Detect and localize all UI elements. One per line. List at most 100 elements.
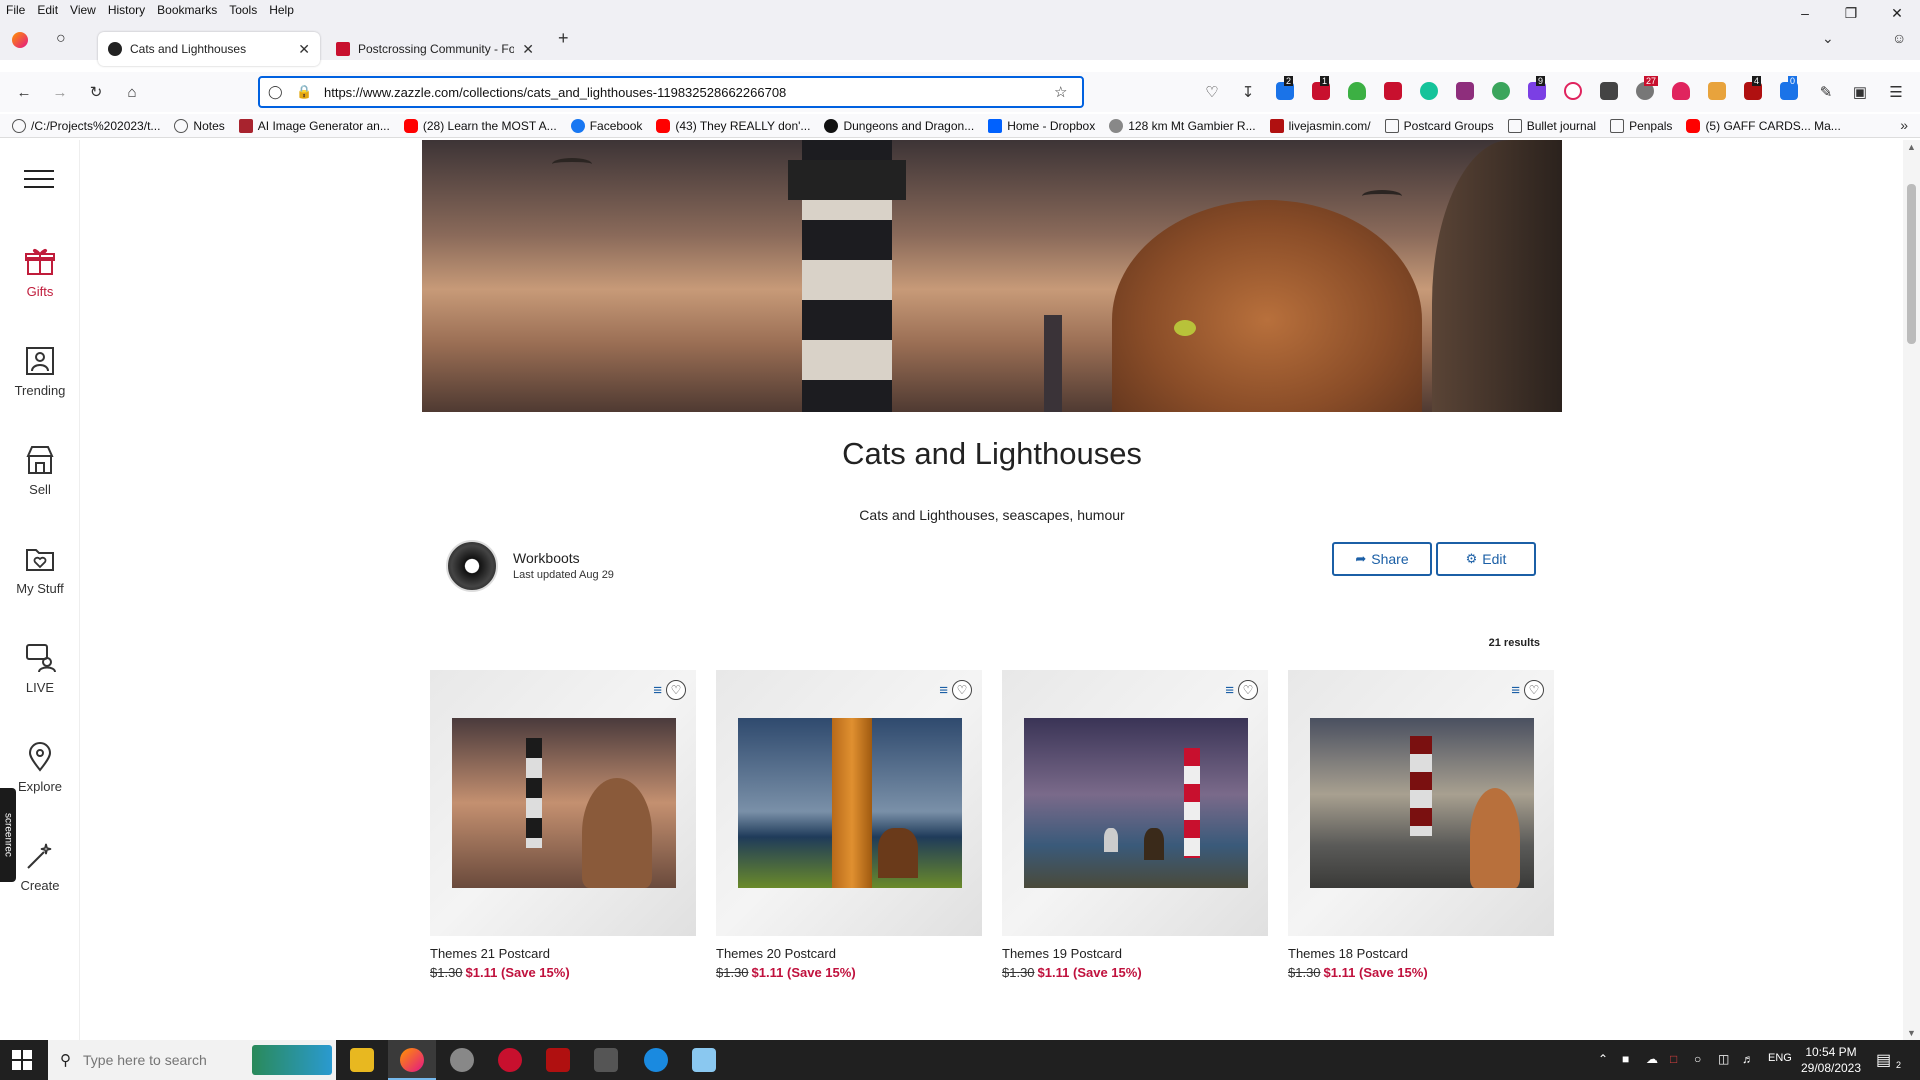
bookmark-item[interactable]: AI Image Generator an... (238, 118, 390, 133)
scroll-down-icon[interactable]: ▼ (1907, 1028, 1916, 1038)
product-name[interactable]: Themes 19 Postcard (1002, 946, 1268, 961)
list-all-tabs-icon[interactable]: ⌄ (1822, 30, 1834, 47)
product-image[interactable]: ≡ ♡ (716, 670, 982, 936)
scrollbar-thumb[interactable] (1907, 184, 1916, 344)
sidebar-item-explore[interactable]: Explore (0, 741, 80, 794)
close-tab-icon[interactable]: ✕ (522, 41, 534, 58)
notification-icon[interactable]: ▤ (1876, 1050, 1891, 1070)
tray-app-icon[interactable]: ○ (1694, 1052, 1701, 1066)
tray-app-icon[interactable]: ☁ (1646, 1052, 1658, 1066)
product-card[interactable]: ≡ ♡ Themes 19 Postcard $1.30 $1.11 (Save … (1002, 670, 1268, 980)
bookmark-item[interactable]: Dungeons and Dragon... (824, 118, 974, 133)
volume-icon[interactable]: ♬ (1742, 1052, 1754, 1066)
app-taskbar-icon[interactable] (692, 1048, 716, 1072)
bookmark-folder[interactable]: Penpals (1610, 118, 1672, 133)
add-to-list-icon[interactable]: ≡ (1511, 682, 1520, 699)
product-image[interactable]: ≡ ♡ (430, 670, 696, 936)
heart-icon[interactable]: ♡ (952, 680, 972, 700)
tray-expand-icon[interactable]: ⌃ (1598, 1052, 1608, 1066)
heart-icon[interactable]: ♡ (666, 680, 686, 700)
taskbar-clock[interactable]: 10:54 PM 29/08/2023 (1786, 1044, 1876, 1076)
app-taskbar-icon[interactable] (644, 1048, 668, 1072)
close-tab-icon[interactable]: ✕ (298, 41, 310, 58)
hamburger-icon[interactable] (24, 170, 54, 194)
tray-app-icon[interactable]: ■ (1622, 1052, 1629, 1066)
extension-icon[interactable] (1492, 82, 1510, 100)
scroll-up-icon[interactable]: ▲ (1907, 142, 1916, 152)
firefox-taskbar-icon[interactable] (400, 1048, 424, 1072)
windows-start-icon[interactable] (12, 1050, 32, 1070)
network-icon[interactable]: ◫ (1718, 1052, 1729, 1066)
bookmark-item[interactable]: (43) They REALLY don'... (656, 118, 810, 133)
home-icon[interactable]: ⌂ (122, 82, 142, 102)
address-bar[interactable]: ◯ 🔒 ☆ (258, 76, 1084, 108)
bookmark-item[interactable]: /C:/Projects%202023/t... (12, 118, 160, 133)
author-avatar[interactable] (446, 540, 498, 592)
globe-icon[interactable]: ○ (56, 30, 66, 48)
menu-history[interactable]: History (108, 3, 145, 17)
picture-icon[interactable]: ▣ (1850, 82, 1870, 102)
app-taskbar-icon[interactable] (450, 1048, 474, 1072)
firefox-view-icon[interactable] (12, 32, 28, 48)
product-card[interactable]: ≡ ♡ Themes 18 Postcard $1.30 $1.11 (Save … (1288, 670, 1554, 980)
extension-icon[interactable] (1708, 82, 1726, 100)
add-to-list-icon[interactable]: ≡ (653, 682, 662, 699)
menu-file[interactable]: File (6, 3, 25, 17)
tab-cats-and-lighthouses[interactable]: Cats and Lighthouses ✕ (98, 32, 320, 66)
product-name[interactable]: Themes 20 Postcard (716, 946, 982, 961)
menu-edit[interactable]: Edit (37, 3, 58, 17)
sidebar-item-live[interactable]: LIVE (0, 642, 80, 695)
bookmark-item[interactable]: livejasmin.com/ (1269, 118, 1371, 133)
bookmark-folder[interactable]: Bullet journal (1507, 118, 1596, 133)
product-card[interactable]: ≡ ♡ Themes 20 Postcard $1.30 $1.11 (Save … (716, 670, 982, 980)
record-taskbar-icon[interactable] (498, 1048, 522, 1072)
author-name[interactable]: Workboots (513, 550, 580, 566)
app-taskbar-icon[interactable] (546, 1048, 570, 1072)
sidebar-item-trending[interactable]: Trending (0, 345, 80, 398)
downloads-icon[interactable]: ↧ (1238, 82, 1258, 102)
back-arrow-icon[interactable]: ← (14, 82, 34, 102)
lock-icon[interactable]: 🔒 (296, 84, 316, 100)
extension-icon[interactable] (1384, 82, 1402, 100)
reload-icon[interactable]: ↻ (86, 82, 106, 102)
tray-app-icon[interactable]: □ (1670, 1052, 1677, 1066)
tab-postcrossing[interactable]: Postcrossing Community - Foru ✕ (326, 32, 544, 66)
sidebar-item-my-stuff[interactable]: My Stuff (0, 543, 80, 596)
url-input[interactable] (324, 84, 1054, 100)
menu-help[interactable]: Help (269, 3, 294, 17)
menu-view[interactable]: View (70, 3, 96, 17)
file-explorer-icon[interactable] (350, 1048, 374, 1072)
app-taskbar-icon[interactable] (594, 1048, 618, 1072)
bookmark-item[interactable]: (28) Learn the MOST A... (403, 118, 557, 133)
grammarly-icon[interactable] (1420, 82, 1438, 100)
edit-button[interactable]: ⚙ Edit (1436, 542, 1536, 576)
bookmark-folder[interactable]: Postcard Groups (1384, 118, 1494, 133)
add-to-list-icon[interactable]: ≡ (1225, 682, 1234, 699)
product-name[interactable]: Themes 18 Postcard (1288, 946, 1554, 961)
heart-icon[interactable]: ♡ (1238, 680, 1258, 700)
shield-extension-icon[interactable] (1348, 82, 1366, 100)
account-icon[interactable]: ☺ (1892, 30, 1906, 46)
extension-icon[interactable] (1600, 82, 1618, 100)
new-tab-icon[interactable]: + (558, 28, 569, 49)
more-bookmarks-icon[interactable]: » (1900, 117, 1908, 133)
product-image[interactable]: ≡ ♡ (1002, 670, 1268, 936)
hamburger-menu-icon[interactable]: ☰ (1886, 82, 1906, 102)
page-scrollbar[interactable]: ▲ ▼ (1903, 140, 1920, 1040)
screenrec-widget[interactable]: screenrec (0, 788, 16, 882)
product-image[interactable]: ≡ ♡ (1288, 670, 1554, 936)
menu-tools[interactable]: Tools (229, 3, 257, 17)
menu-bookmarks[interactable]: Bookmarks (157, 3, 217, 17)
forward-arrow-icon[interactable]: → (50, 82, 70, 102)
puzzle-extensions-icon[interactable]: ✎ (1816, 82, 1836, 102)
sidebar-item-gifts[interactable]: Gifts (0, 246, 80, 299)
product-name[interactable]: Themes 21 Postcard (430, 946, 696, 961)
heart-icon[interactable]: ♡ (1524, 680, 1544, 700)
sidebar-item-sell[interactable]: Sell (0, 444, 80, 497)
bookmark-item[interactable]: Notes (174, 118, 225, 133)
add-to-list-icon[interactable]: ≡ (939, 682, 948, 699)
pocket-icon[interactable]: ♡ (1202, 82, 1222, 102)
bookmark-item[interactable]: Home - Dropbox (988, 118, 1095, 133)
extension-icon[interactable] (1672, 82, 1690, 100)
play-extension-icon[interactable] (1564, 82, 1582, 100)
